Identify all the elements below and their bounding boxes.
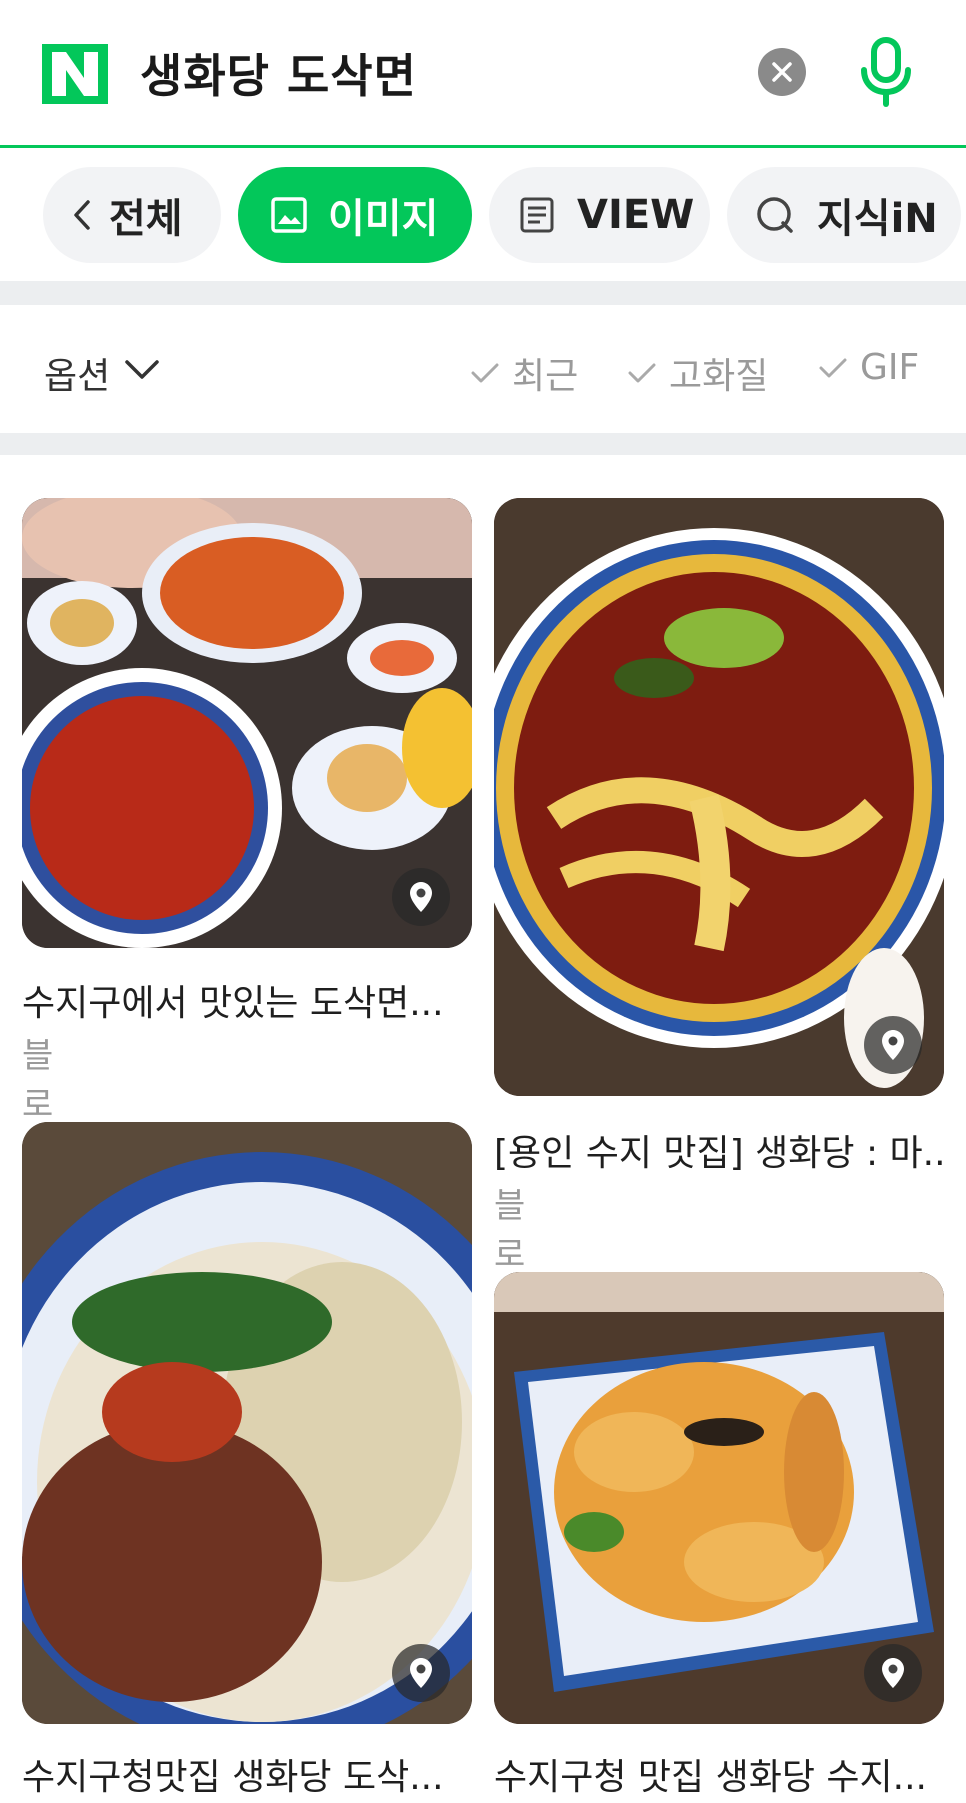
check-icon [628,363,656,383]
check-icon [819,358,847,377]
tab-all[interactable]: 전체 [43,167,221,263]
search-bar: 생화당 도삭면 [0,0,966,148]
section-divider [0,433,966,455]
search-tabs: 전체 이미지 VIEW 지식iN [0,151,966,281]
microphone-icon[interactable] [856,36,916,108]
tab-image-label: 이미지 [328,196,439,242]
tab-kin[interactable]: 지식iN [727,167,961,263]
filter-high-quality[interactable]: 고화질 [627,347,768,399]
location-pin-icon [410,882,432,912]
tab-image[interactable]: 이미지 [238,167,472,263]
close-icon [772,62,792,82]
filter-gif-label: GIF [860,347,920,388]
clear-search-button[interactable] [758,48,806,96]
options-toggle-label[interactable]: 옵션 [44,347,110,399]
filter-high-quality-label: 고화질 [669,356,769,397]
result-title[interactable]: 수지구에서 맛있는 도삭면... [22,974,472,1026]
food-photo-beef-noodle-soup [494,498,944,1096]
result-thumbnail[interactable] [22,1122,472,1724]
location-pin-badge[interactable] [392,868,450,926]
document-icon [520,197,554,233]
tab-view[interactable]: VIEW [489,167,710,263]
location-pin-badge[interactable] [864,1016,922,1074]
filter-recent-label: 최근 [512,356,579,397]
result-title[interactable]: [용인 수지 맛집] 생화당 : 마... [494,1124,944,1176]
result-title[interactable]: 수지구청 맛집 생화당 수지... [494,1748,944,1800]
options-bar: 옵션 최근 고화질 GIF [0,305,966,433]
naver-logo[interactable] [42,44,108,104]
location-pin-icon [882,1030,904,1060]
food-photo-dry-noodles [22,1122,472,1724]
tab-kin-label: 지식iN [817,196,938,242]
location-pin-badge[interactable] [864,1644,922,1702]
tab-all-label: 전체 [109,196,183,242]
location-pin-badge[interactable] [392,1644,450,1702]
check-icon [471,363,499,383]
result-thumbnail[interactable] [494,498,944,1096]
filter-gif[interactable]: GIF [818,347,919,388]
result-title[interactable]: 수지구청맛집 생화당 도삭... [22,1748,472,1800]
chevron-down-icon[interactable] [124,359,160,381]
chevron-left-icon [74,200,90,230]
filter-recent[interactable]: 최근 [470,347,578,399]
tab-view-label: VIEW [577,192,695,238]
location-pin-icon [410,1658,432,1688]
section-divider [0,281,966,305]
image-icon [271,197,307,233]
location-pin-icon [882,1658,904,1688]
knowledge-q-icon [757,197,793,233]
search-query[interactable]: 생화당 도삭면 [140,40,417,106]
